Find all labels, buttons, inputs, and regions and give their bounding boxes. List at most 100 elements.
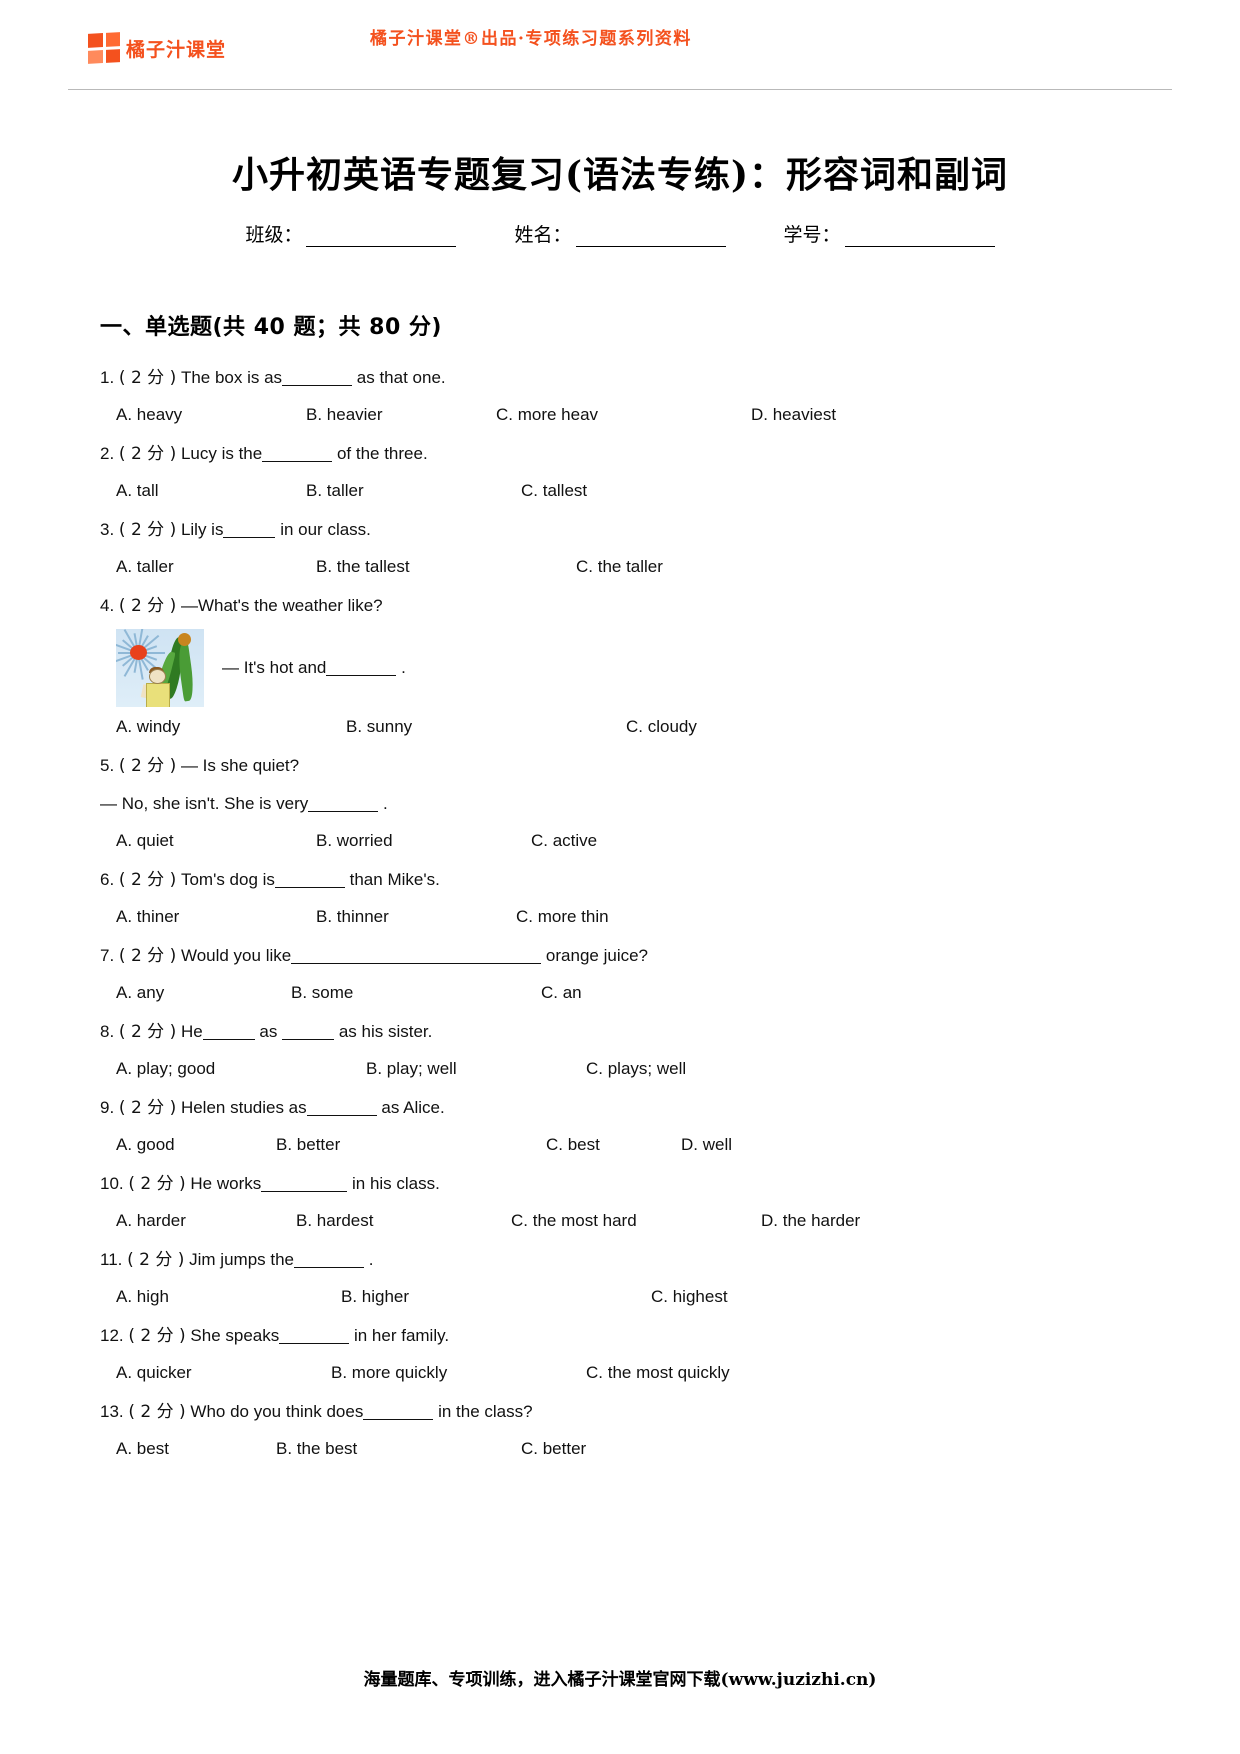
option-choice[interactable]: C. plays; well [586, 1051, 816, 1087]
answer-blank[interactable] [294, 1267, 365, 1268]
question-text-before-blank: Helen studies as [180, 1098, 307, 1117]
option-choice[interactable]: B. thinner [316, 899, 516, 935]
option-choice[interactable]: B. higher [341, 1279, 651, 1315]
question-points: ( 2 分 ) [118, 1022, 177, 1042]
question-stem: 6. ( 2 分 ) Tom's dog is than Mike's. [100, 861, 1140, 899]
option-choice[interactable]: D. well [681, 1127, 821, 1163]
option-row: A. harder B. hardest C. the most hard D. th… [100, 1203, 1140, 1239]
answer-blank[interactable] [326, 675, 397, 676]
option-choice[interactable]: A. good [116, 1127, 276, 1163]
class-field-blank[interactable] [306, 230, 457, 247]
question-number: 11. [100, 1250, 123, 1269]
question-text-before-blank: Would you like [180, 946, 292, 965]
option-choice[interactable]: B. better [276, 1127, 546, 1163]
question-item: 8. ( 2 分 ) He as as his sister. A. play; … [100, 1013, 1140, 1087]
question-item: 12. ( 2 分 ) She speaks in her family. A. … [100, 1317, 1140, 1391]
option-row: A. quiet B. worried C. active [100, 823, 1140, 859]
option-choice[interactable]: A. heavy [116, 397, 306, 433]
option-row: A. taller B. the tallest C. the taller [100, 549, 1140, 585]
answer-blank[interactable] [282, 385, 353, 386]
option-row: A. heavy B. heavier C. more heav D. heavies… [100, 397, 1140, 433]
option-choice[interactable]: D. heaviest [751, 397, 911, 433]
option-choice[interactable]: B. some [291, 975, 541, 1011]
question-text-before-blank: — Is she quiet? [180, 756, 300, 775]
answer-blank[interactable] [279, 1343, 350, 1344]
option-choice[interactable]: C. best [546, 1127, 681, 1163]
question-text-after-blank: . [364, 1250, 374, 1269]
question-stem: 2. ( 2 分 ) Lucy is the of the three. [100, 435, 1140, 473]
question-item: 10. ( 2 分 ) He works in his class. A. har… [100, 1165, 1140, 1239]
option-choice[interactable]: B. play; well [366, 1051, 586, 1087]
question-points: ( 2 分 ) [118, 444, 177, 464]
student-id-field-blank[interactable] [844, 230, 995, 247]
option-choice[interactable]: C. active [531, 823, 761, 859]
answer-blank[interactable] [274, 887, 345, 888]
question-stem: 5. ( 2 分 ) — Is she quiet? [100, 747, 1140, 785]
option-choice[interactable]: A. play; good [116, 1051, 366, 1087]
option-choice[interactable]: A. quiet [116, 823, 316, 859]
question-points: ( 2 分 ) [118, 756, 177, 776]
option-choice[interactable]: B. heavier [306, 397, 496, 433]
option-choice[interactable]: C. an [541, 975, 771, 1011]
answer-blank[interactable] [308, 811, 379, 812]
answer-blank-second[interactable] [282, 1039, 335, 1040]
option-choice[interactable]: A. quicker [116, 1355, 331, 1391]
section-heading: 一、单选题(共 40 题；共 80 分) [100, 315, 442, 340]
answer-blank[interactable] [261, 1191, 348, 1192]
option-choice[interactable]: C. the most hard [511, 1203, 761, 1239]
option-choice[interactable]: B. more quickly [331, 1355, 586, 1391]
answer-line-text-after: . [396, 658, 406, 677]
option-choice[interactable]: A. windy [116, 709, 346, 745]
question-points: ( 2 分 ) [118, 520, 177, 540]
option-choice[interactable]: A. best [116, 1431, 276, 1467]
masthead-divider [68, 89, 1172, 90]
answer-blank[interactable] [291, 963, 542, 964]
option-choice[interactable]: C. tallest [521, 473, 751, 509]
option-choice[interactable]: A. any [116, 975, 291, 1011]
question-item: 9. ( 2 分 ) Helen studies as as Alice. A. … [100, 1089, 1140, 1163]
option-choice[interactable]: C. cloudy [626, 709, 856, 745]
answer-blank[interactable] [202, 1039, 255, 1040]
option-choice[interactable]: B. worried [316, 823, 531, 859]
brand-logo-text: 橘子汁课堂 [126, 38, 227, 61]
name-field-blank[interactable] [575, 230, 726, 247]
option-choice[interactable]: D. the harder [761, 1203, 921, 1239]
four-squares-logo-icon [88, 32, 120, 64]
option-choice[interactable]: A. taller [116, 549, 316, 585]
question-text-after-blank: in her family. [349, 1326, 450, 1345]
option-choice[interactable]: B. the tallest [316, 549, 576, 585]
second-line-text-before: — No, she isn't. She is very [100, 794, 309, 813]
option-choice[interactable]: A. tall [116, 473, 306, 509]
question-stem: 13. ( 2 分 ) Who do you think does in the… [100, 1393, 1140, 1431]
question-text-after-blank: orange juice? [541, 946, 649, 965]
question-text-before-blank: Tom's dog is [180, 870, 275, 889]
option-choice[interactable]: B. taller [306, 473, 521, 509]
question-stem: 12. ( 2 分 ) She speaks in her family. [100, 1317, 1140, 1355]
option-choice[interactable]: C. highest [651, 1279, 811, 1315]
question-item: 5. ( 2 分 ) — Is she quiet? — No, she isn'… [100, 747, 1140, 859]
option-choice[interactable]: C. the taller [576, 549, 806, 585]
question-image-row: — It's hot and . [116, 629, 1140, 707]
answer-blank[interactable] [262, 461, 333, 462]
question-item: 11. ( 2 分 ) Jim jumps the . A. high B. hig… [100, 1241, 1140, 1315]
option-choice[interactable]: B. the best [276, 1431, 521, 1467]
answer-blank[interactable] [306, 1115, 377, 1116]
option-choice[interactable]: C. the most quickly [586, 1355, 816, 1391]
answer-blank[interactable] [223, 537, 276, 538]
option-choice[interactable]: C. more heav [496, 397, 751, 433]
question-number: 4. [100, 596, 115, 615]
question-text-before-blank: He [180, 1022, 203, 1041]
option-choice[interactable]: B. hardest [296, 1203, 511, 1239]
answer-blank[interactable] [363, 1419, 434, 1420]
option-choice[interactable]: C. better [521, 1431, 751, 1467]
question-answer-line: — It's hot and . [222, 658, 406, 678]
student-id-field: 学号： [784, 220, 995, 247]
question-points: ( 2 分 ) [118, 596, 177, 616]
option-choice[interactable]: C. more thin [516, 899, 746, 935]
option-choice[interactable]: A. harder [116, 1203, 296, 1239]
question-number: 9. [100, 1098, 115, 1117]
option-choice[interactable]: A. high [116, 1279, 341, 1315]
option-choice[interactable]: A. thiner [116, 899, 316, 935]
worksheet-page: 橘子汁课堂 橘子汁课堂®出品·专项练习题系列资料 小升初英语专题复习(语法专练)… [0, 0, 1240, 1754]
option-choice[interactable]: B. sunny [346, 709, 626, 745]
